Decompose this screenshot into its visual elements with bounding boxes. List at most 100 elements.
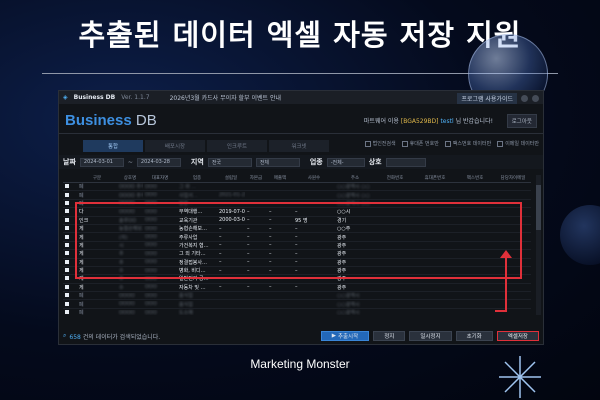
table-row[interactable]: 게 수 OOO 자동차 및 … – – – – 광주	[63, 284, 531, 293]
reset-button[interactable]: 초기화	[455, 331, 493, 341]
grid-header-cell[interactable]: 주소	[335, 175, 375, 182]
titlebar: ◈ Business DB Ver. 1.1.7 2026년3월 카드사 무이자…	[59, 91, 543, 104]
notice-link[interactable]: 2026년3월 카드사 무이자 할부 이벤트 안내	[170, 93, 281, 102]
table-cell: 폐	[79, 301, 84, 308]
brand-logo: Business DB	[65, 112, 157, 129]
play-icon: ▶	[331, 333, 336, 339]
tab-market[interactable]: 배포시장	[145, 140, 205, 152]
table-cell: –	[247, 284, 250, 291]
checkbox-icon[interactable]	[65, 310, 69, 315]
checkbox-icon[interactable]	[65, 284, 69, 289]
table-row[interactable]: 폐 OOOO 주식회사OOO 사업서... 2021-01-21 ○○광역시 ○○	[63, 191, 531, 200]
grid-header-cell[interactable]: 매출액	[267, 175, 293, 182]
stop-button[interactable]: 정지	[373, 331, 406, 341]
tab-incruit[interactable]: 인크루트	[207, 140, 267, 152]
checkbox-icon[interactable]	[65, 293, 69, 298]
table-cell: ○○광역시 ○○	[337, 192, 370, 199]
grid-header-cell[interactable]: 전화번호	[375, 175, 415, 182]
table-cell: 폐	[79, 293, 84, 300]
checkbox-icon[interactable]	[65, 276, 69, 281]
grid-scrollbar[interactable]	[536, 175, 541, 315]
checkbox-icon[interactable]	[65, 234, 69, 239]
logout-button[interactable]: 로그아웃	[506, 114, 537, 128]
table-cell: ○○광역시	[337, 301, 360, 308]
check-email[interactable]: 이메일 데이터만	[497, 140, 539, 147]
checkbox-icon[interactable]	[65, 184, 69, 189]
table-row[interactable]: 폐 OOOO 주식회사OOO 그 와 ... ○○광역시 ○○	[63, 183, 531, 192]
row-checkbox[interactable]	[63, 293, 77, 299]
table-cell: OOO	[145, 183, 157, 190]
table-cell: OOO	[145, 292, 157, 299]
checkbox-icon[interactable]	[65, 259, 69, 264]
date-to-input[interactable]: 2024-03-28	[136, 157, 181, 167]
table-cell: OOOO	[119, 301, 135, 308]
table-cell: ○○광역시	[337, 310, 360, 315]
brand-main: Business	[65, 112, 132, 129]
check-corp[interactable]: 법인전검색	[365, 140, 396, 147]
check-fax[interactable]: 팩스번호 데이터만	[445, 140, 491, 147]
tab-worknet[interactable]: 워크넷	[269, 140, 329, 152]
row-checkbox[interactable]	[63, 284, 77, 290]
welcome-id: testl	[440, 118, 454, 125]
start-extract-button[interactable]: ▶ 추출시작	[320, 331, 370, 341]
row-checkbox[interactable]	[63, 184, 77, 190]
row-checkbox[interactable]	[63, 301, 77, 307]
table-cell: 그 와 ...	[179, 184, 197, 191]
table-row[interactable]: 폐 OOOO OOO 음식업 ○○광역시	[63, 292, 531, 301]
table-cell: 사업서...	[179, 192, 198, 199]
name-input[interactable]	[385, 157, 426, 167]
table-cell: 자동차 및 …	[179, 284, 206, 291]
grid-header-cell[interactable]: 업종	[177, 175, 217, 182]
grid-header-rownum	[63, 175, 77, 182]
grid-header-cell[interactable]: 팩스번호	[455, 175, 495, 182]
row-checkbox[interactable]	[63, 192, 77, 198]
grid-header-cell[interactable]: 상호명	[117, 175, 143, 182]
checkbox-icon[interactable]	[65, 301, 69, 306]
region-select[interactable]: 전국	[207, 157, 252, 167]
close-icon[interactable]	[532, 95, 539, 102]
result-count-number: 658	[69, 333, 81, 341]
table-cell: 폐	[79, 310, 84, 315]
date-from-input[interactable]: 2024-03-01	[79, 157, 124, 167]
grid-header-cell[interactable]: 대표자명	[143, 175, 177, 182]
date-separator: ~	[127, 158, 133, 166]
check-mobile[interactable]: 휴대폰 번호만	[402, 140, 439, 147]
tab-bar: 통합 배포시장 인크루트 워크넷 법인전검색 휴대폰 번호만 팩스번호 데이터만…	[59, 138, 543, 152]
table-row[interactable]: 폐 OOOO OOO 도소매 ○○광역시	[63, 309, 531, 315]
grid-header-cell[interactable]: 사원수	[293, 175, 335, 182]
grid-header-cell[interactable]: 설립일	[217, 175, 245, 182]
checkbox-icon[interactable]	[65, 192, 69, 197]
industry-select[interactable]: -전체-	[326, 157, 365, 167]
checkbox-icon[interactable]	[65, 209, 69, 214]
filter-bar: 날짜 2024-03-01 ~ 2024-03-28 지역 전국 전체 업종 -…	[59, 155, 543, 169]
checkbox-icon[interactable]	[65, 226, 69, 231]
row-checkbox[interactable]	[63, 310, 77, 315]
start-label: 추출시작	[337, 334, 359, 340]
region-label: 지역	[190, 158, 204, 166]
grid-header-cell[interactable]: 담당자이메일	[495, 175, 531, 182]
sparkle-icon	[499, 356, 541, 398]
result-count: 658 건의 데이터가 검색되었습니다.	[69, 332, 160, 341]
name-label: 상호	[368, 158, 382, 166]
minimize-icon[interactable]	[521, 95, 528, 102]
table-row[interactable]: 폐 OOOO OOO 음식업 ○○광역시	[63, 300, 531, 309]
scrollbar-thumb[interactable]	[536, 185, 541, 230]
tab-total[interactable]: 통합	[83, 140, 143, 152]
guide-button[interactable]: 프로그램 사용가이드	[457, 93, 517, 104]
pause-button[interactable]: 일시정지	[409, 331, 452, 341]
decorative-orb-small	[560, 205, 600, 265]
highlight-box	[75, 202, 522, 279]
table-cell: OOOO 주식회사	[119, 184, 143, 191]
grid-header-cell[interactable]: 자본금	[245, 175, 267, 182]
checkbox-icon[interactable]	[65, 251, 69, 256]
table-cell: 수	[119, 284, 124, 291]
excel-save-button[interactable]: 엑셀저장	[496, 331, 539, 341]
grid-header-cell[interactable]: 구분	[77, 175, 117, 182]
checkbox-icon[interactable]	[65, 217, 69, 222]
region-sub-select[interactable]: 전체	[255, 157, 300, 167]
grid-header-cell[interactable]: 휴대폰번호	[415, 175, 455, 182]
checkbox-icon[interactable]	[65, 200, 69, 205]
checkbox-icon[interactable]	[65, 242, 69, 247]
checkbox-icon[interactable]	[65, 268, 69, 273]
table-cell: 음식업	[179, 301, 193, 308]
